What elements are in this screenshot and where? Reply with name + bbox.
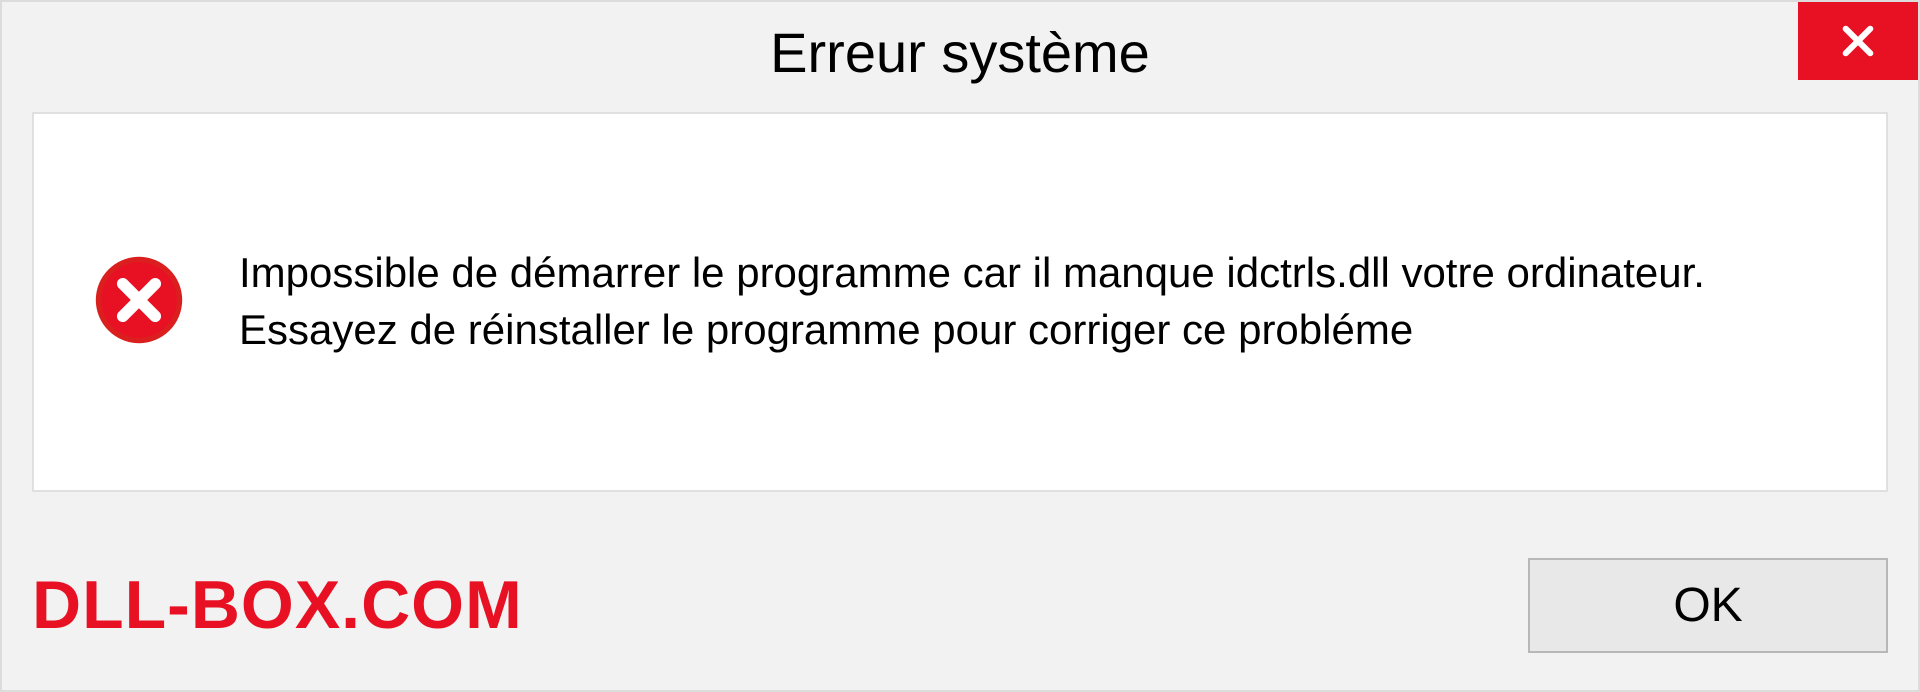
- error-message: Impossible de démarrer le programme car …: [239, 245, 1826, 358]
- brand-watermark: DLL-BOX.COM: [32, 566, 523, 644]
- dialog-footer: DLL-BOX.COM OK: [32, 550, 1888, 660]
- close-button[interactable]: [1798, 2, 1918, 80]
- close-icon: [1837, 20, 1879, 62]
- ok-button[interactable]: OK: [1528, 558, 1888, 653]
- dialog-title: Erreur système: [770, 20, 1150, 85]
- error-circle-x-icon: [94, 255, 184, 345]
- error-dialog: Erreur système Impossible de démarrer le…: [0, 0, 1920, 692]
- error-icon-container: [94, 255, 184, 350]
- message-panel: Impossible de démarrer le programme car …: [32, 112, 1888, 492]
- titlebar: Erreur système: [2, 2, 1918, 102]
